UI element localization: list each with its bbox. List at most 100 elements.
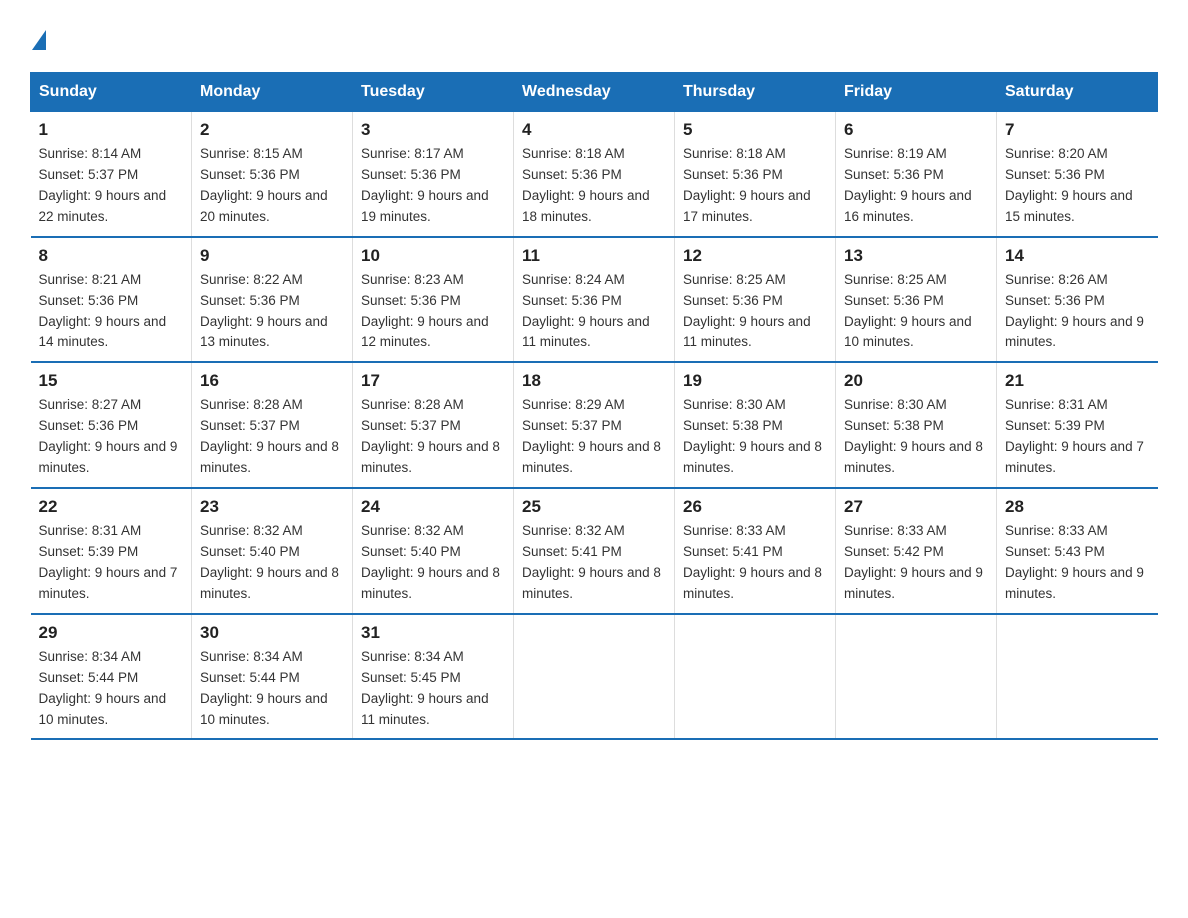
calendar-cell: 26 Sunrise: 8:33 AMSunset: 5:41 PMDayligh…	[675, 488, 836, 614]
day-number: 20	[844, 371, 988, 391]
calendar-cell: 15 Sunrise: 8:27 AMSunset: 5:36 PMDayligh…	[31, 362, 192, 488]
day-info: Sunrise: 8:23 AMSunset: 5:36 PMDaylight:…	[361, 270, 505, 354]
calendar-header: SundayMondayTuesdayWednesdayThursdayFrid…	[31, 73, 1158, 112]
day-info: Sunrise: 8:33 AMSunset: 5:42 PMDaylight:…	[844, 521, 988, 605]
day-number: 23	[200, 497, 344, 517]
day-info: Sunrise: 8:30 AMSunset: 5:38 PMDaylight:…	[683, 395, 827, 479]
day-info: Sunrise: 8:27 AMSunset: 5:36 PMDaylight:…	[39, 395, 184, 479]
calendar-cell	[514, 614, 675, 740]
col-header-friday: Friday	[836, 73, 997, 112]
day-number: 29	[39, 623, 184, 643]
day-info: Sunrise: 8:31 AMSunset: 5:39 PMDaylight:…	[1005, 395, 1150, 479]
day-number: 30	[200, 623, 344, 643]
calendar-cell: 18 Sunrise: 8:29 AMSunset: 5:37 PMDayligh…	[514, 362, 675, 488]
day-number: 3	[361, 120, 505, 140]
calendar-week-1: 1Sunrise: 8:14 AMSunset: 5:37 PMDaylight…	[31, 112, 1158, 237]
calendar-week-3: 15 Sunrise: 8:27 AMSunset: 5:36 PMDayligh…	[31, 362, 1158, 488]
calendar-cell: 4 Sunrise: 8:18 AMSunset: 5:36 PMDaylight…	[514, 112, 675, 237]
calendar-cell: 2 Sunrise: 8:15 AMSunset: 5:36 PMDaylight…	[192, 112, 353, 237]
calendar-cell: 16 Sunrise: 8:28 AMSunset: 5:37 PMDayligh…	[192, 362, 353, 488]
day-number: 9	[200, 246, 344, 266]
calendar-cell: 31 Sunrise: 8:34 AMSunset: 5:45 PMDayligh…	[353, 614, 514, 740]
day-number: 4	[522, 120, 666, 140]
day-info: Sunrise: 8:34 AMSunset: 5:45 PMDaylight:…	[361, 647, 505, 731]
calendar-cell	[836, 614, 997, 740]
calendar-cell: 12Sunrise: 8:25 AMSunset: 5:36 PMDayligh…	[675, 237, 836, 363]
day-info: Sunrise: 8:22 AMSunset: 5:36 PMDaylight:…	[200, 270, 344, 354]
day-number: 10	[361, 246, 505, 266]
calendar-cell: 24 Sunrise: 8:32 AMSunset: 5:40 PMDayligh…	[353, 488, 514, 614]
day-info: Sunrise: 8:34 AMSunset: 5:44 PMDaylight:…	[39, 647, 184, 731]
calendar-cell: 9 Sunrise: 8:22 AMSunset: 5:36 PMDaylight…	[192, 237, 353, 363]
calendar-cell: 29 Sunrise: 8:34 AMSunset: 5:44 PMDayligh…	[31, 614, 192, 740]
day-number: 12	[683, 246, 827, 266]
day-number: 7	[1005, 120, 1150, 140]
calendar-cell: 3Sunrise: 8:17 AMSunset: 5:36 PMDaylight…	[353, 112, 514, 237]
day-info: Sunrise: 8:33 AMSunset: 5:41 PMDaylight:…	[683, 521, 827, 605]
calendar-week-5: 29 Sunrise: 8:34 AMSunset: 5:44 PMDayligh…	[31, 614, 1158, 740]
day-number: 25	[522, 497, 666, 517]
day-info: Sunrise: 8:32 AMSunset: 5:40 PMDaylight:…	[361, 521, 505, 605]
calendar-cell: 25 Sunrise: 8:32 AMSunset: 5:41 PMDayligh…	[514, 488, 675, 614]
calendar-table: SundayMondayTuesdayWednesdayThursdayFrid…	[30, 72, 1158, 740]
day-number: 21	[1005, 371, 1150, 391]
day-info: Sunrise: 8:15 AMSunset: 5:36 PMDaylight:…	[200, 144, 344, 228]
calendar-cell: 5Sunrise: 8:18 AMSunset: 5:36 PMDaylight…	[675, 112, 836, 237]
calendar-cell: 11Sunrise: 8:24 AMSunset: 5:36 PMDayligh…	[514, 237, 675, 363]
calendar-week-2: 8 Sunrise: 8:21 AMSunset: 5:36 PMDaylight…	[31, 237, 1158, 363]
col-header-sunday: Sunday	[31, 73, 192, 112]
calendar-cell: 22 Sunrise: 8:31 AMSunset: 5:39 PMDayligh…	[31, 488, 192, 614]
day-info: Sunrise: 8:29 AMSunset: 5:37 PMDaylight:…	[522, 395, 666, 479]
col-header-thursday: Thursday	[675, 73, 836, 112]
calendar-cell: 17Sunrise: 8:28 AMSunset: 5:37 PMDayligh…	[353, 362, 514, 488]
calendar-cell: 23 Sunrise: 8:32 AMSunset: 5:40 PMDayligh…	[192, 488, 353, 614]
calendar-cell: 19 Sunrise: 8:30 AMSunset: 5:38 PMDayligh…	[675, 362, 836, 488]
logo	[30, 30, 46, 52]
day-info: Sunrise: 8:24 AMSunset: 5:36 PMDaylight:…	[522, 270, 666, 354]
day-number: 8	[39, 246, 184, 266]
day-number: 28	[1005, 497, 1150, 517]
day-info: Sunrise: 8:33 AMSunset: 5:43 PMDaylight:…	[1005, 521, 1150, 605]
day-number: 26	[683, 497, 827, 517]
day-info: Sunrise: 8:20 AMSunset: 5:36 PMDaylight:…	[1005, 144, 1150, 228]
day-number: 16	[200, 371, 344, 391]
day-info: Sunrise: 8:19 AMSunset: 5:36 PMDaylight:…	[844, 144, 988, 228]
calendar-cell: 27 Sunrise: 8:33 AMSunset: 5:42 PMDayligh…	[836, 488, 997, 614]
page-header	[30, 30, 1158, 52]
day-number: 2	[200, 120, 344, 140]
day-number: 18	[522, 371, 666, 391]
day-info: Sunrise: 8:32 AMSunset: 5:41 PMDaylight:…	[522, 521, 666, 605]
day-info: Sunrise: 8:34 AMSunset: 5:44 PMDaylight:…	[200, 647, 344, 731]
day-number: 31	[361, 623, 505, 643]
day-info: Sunrise: 8:25 AMSunset: 5:36 PMDaylight:…	[844, 270, 988, 354]
day-number: 19	[683, 371, 827, 391]
col-header-monday: Monday	[192, 73, 353, 112]
calendar-cell: 1Sunrise: 8:14 AMSunset: 5:37 PMDaylight…	[31, 112, 192, 237]
calendar-cell: 7 Sunrise: 8:20 AMSunset: 5:36 PMDaylight…	[997, 112, 1158, 237]
day-number: 24	[361, 497, 505, 517]
calendar-cell	[675, 614, 836, 740]
day-info: Sunrise: 8:26 AMSunset: 5:36 PMDaylight:…	[1005, 270, 1150, 354]
day-info: Sunrise: 8:18 AMSunset: 5:36 PMDaylight:…	[522, 144, 666, 228]
calendar-cell	[997, 614, 1158, 740]
day-info: Sunrise: 8:18 AMSunset: 5:36 PMDaylight:…	[683, 144, 827, 228]
day-number: 6	[844, 120, 988, 140]
calendar-cell: 30 Sunrise: 8:34 AMSunset: 5:44 PMDayligh…	[192, 614, 353, 740]
logo-triangle-icon	[32, 30, 46, 50]
calendar-cell: 6 Sunrise: 8:19 AMSunset: 5:36 PMDaylight…	[836, 112, 997, 237]
day-number: 15	[39, 371, 184, 391]
day-info: Sunrise: 8:21 AMSunset: 5:36 PMDaylight:…	[39, 270, 184, 354]
calendar-cell: 28 Sunrise: 8:33 AMSunset: 5:43 PMDayligh…	[997, 488, 1158, 614]
calendar-cell: 13Sunrise: 8:25 AMSunset: 5:36 PMDayligh…	[836, 237, 997, 363]
calendar-cell: 21 Sunrise: 8:31 AMSunset: 5:39 PMDayligh…	[997, 362, 1158, 488]
day-info: Sunrise: 8:32 AMSunset: 5:40 PMDaylight:…	[200, 521, 344, 605]
day-number: 27	[844, 497, 988, 517]
day-number: 22	[39, 497, 184, 517]
day-info: Sunrise: 8:14 AMSunset: 5:37 PMDaylight:…	[39, 144, 184, 228]
day-info: Sunrise: 8:28 AMSunset: 5:37 PMDaylight:…	[361, 395, 505, 479]
calendar-cell: 20Sunrise: 8:30 AMSunset: 5:38 PMDayligh…	[836, 362, 997, 488]
day-info: Sunrise: 8:31 AMSunset: 5:39 PMDaylight:…	[39, 521, 184, 605]
day-number: 14	[1005, 246, 1150, 266]
calendar-cell: 14 Sunrise: 8:26 AMSunset: 5:36 PMDayligh…	[997, 237, 1158, 363]
day-info: Sunrise: 8:28 AMSunset: 5:37 PMDaylight:…	[200, 395, 344, 479]
